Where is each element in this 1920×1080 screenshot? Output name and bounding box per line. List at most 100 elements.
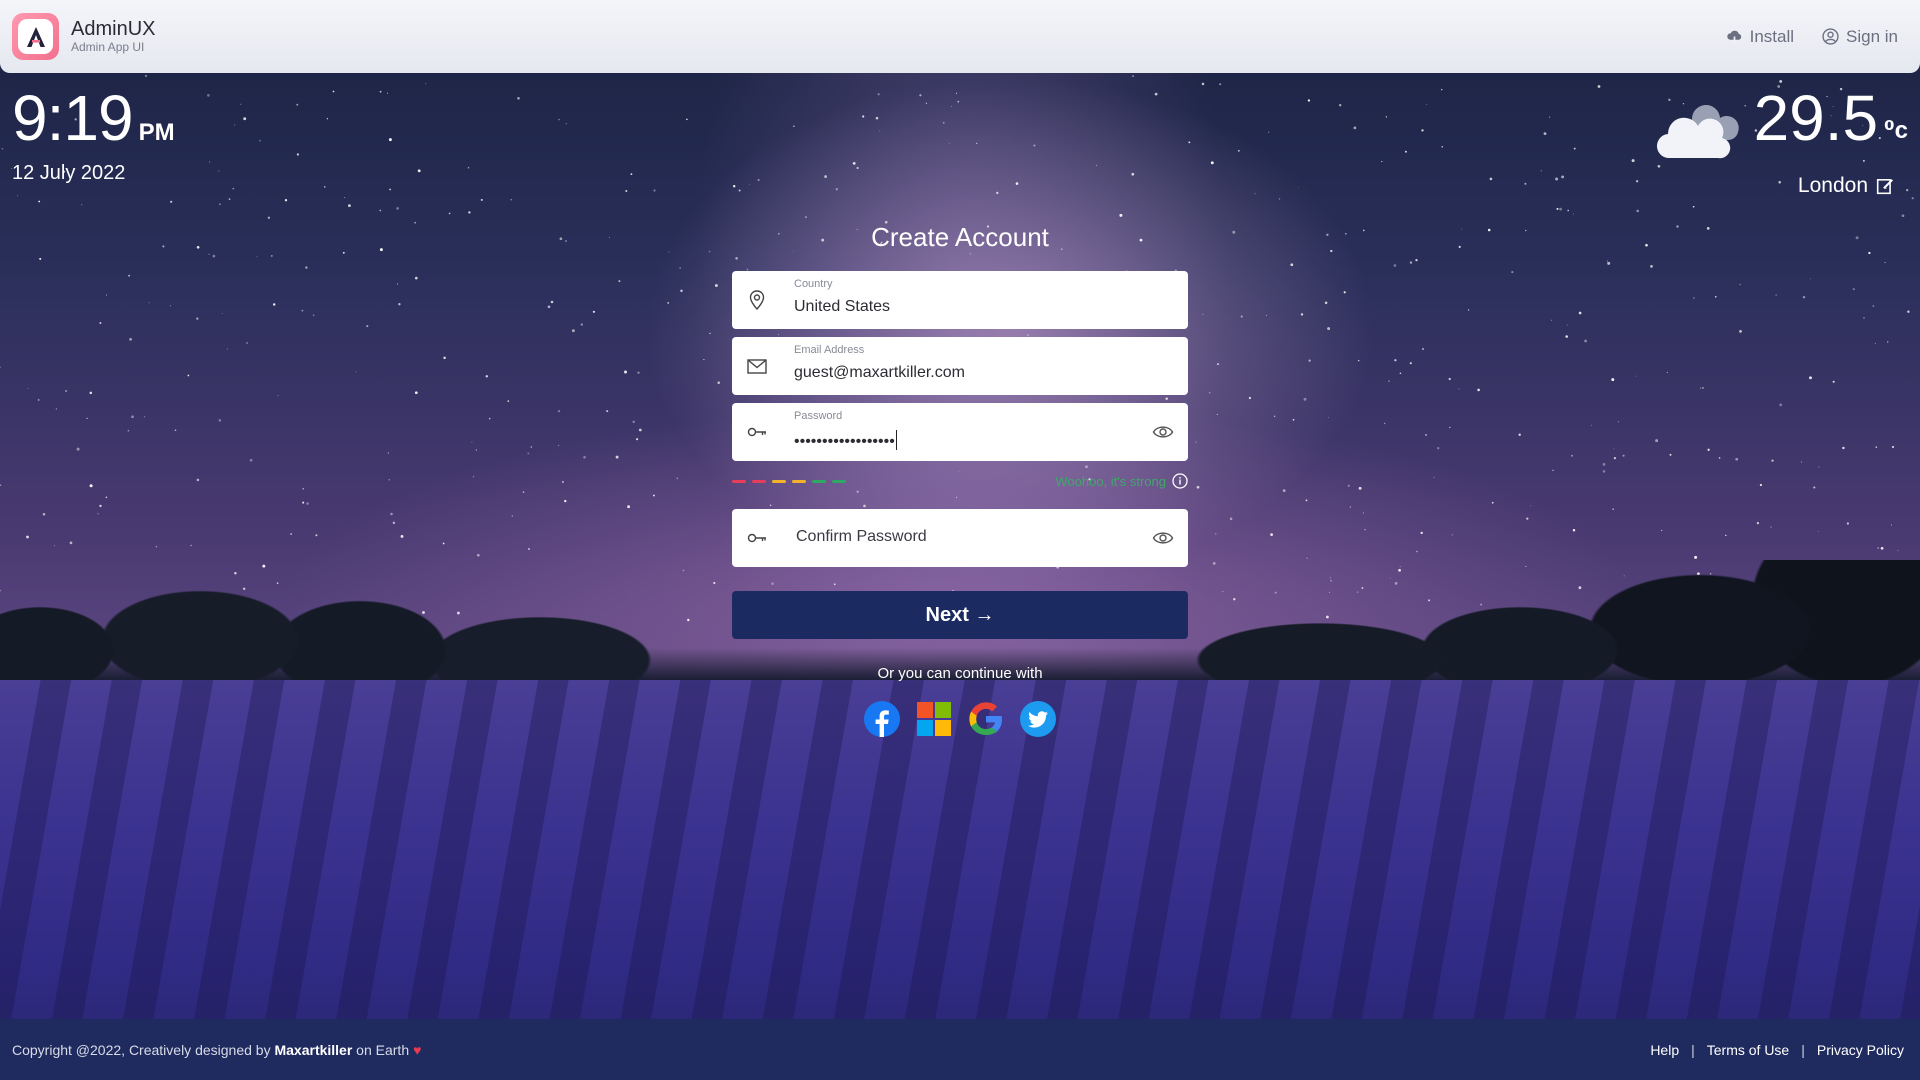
next-button[interactable]: Next → [732, 591, 1188, 639]
star [1254, 193, 1256, 195]
star [1524, 182, 1527, 185]
star [1343, 291, 1346, 294]
star [714, 284, 718, 287]
star [522, 491, 525, 493]
help-link[interactable]: Help [1650, 1042, 1679, 1058]
star [1891, 445, 1895, 449]
star [1602, 470, 1606, 473]
star [668, 251, 670, 253]
star [1303, 397, 1307, 401]
star [1119, 213, 1123, 217]
star [1327, 417, 1329, 419]
star [1511, 271, 1514, 274]
star [1631, 159, 1635, 163]
star [1364, 528, 1366, 531]
star [324, 186, 326, 188]
google-icon [969, 702, 1002, 735]
twitter-button[interactable] [1019, 700, 1057, 738]
password-label: Password [794, 410, 843, 422]
star [638, 428, 642, 432]
star [190, 544, 192, 547]
star [686, 118, 688, 121]
star [1725, 534, 1727, 537]
star [708, 250, 711, 253]
star [1491, 501, 1494, 504]
star [187, 374, 190, 377]
strength-bar [832, 479, 846, 483]
star [1676, 225, 1679, 228]
star [379, 209, 382, 212]
facebook-icon [864, 701, 900, 737]
windows-icon [917, 702, 951, 736]
star [606, 410, 609, 413]
author-link[interactable]: Maxartkiller [274, 1042, 352, 1058]
windows-button[interactable] [915, 700, 953, 738]
star [1884, 262, 1886, 264]
star [948, 142, 950, 144]
star [443, 356, 446, 360]
email-value[interactable]: guest@maxartkiller.com [794, 364, 965, 382]
google-button[interactable] [967, 700, 1005, 738]
star [1421, 347, 1425, 351]
star [1219, 83, 1222, 86]
info-icon[interactable] [1172, 473, 1188, 489]
confirm-password-placeholder[interactable]: Confirm Password [796, 528, 927, 546]
password-value[interactable]: •••••••••••••••••• [794, 430, 897, 451]
star [305, 266, 308, 269]
country-value[interactable]: United States [794, 298, 890, 316]
facebook-button[interactable] [863, 700, 901, 738]
eye-icon[interactable] [1152, 528, 1174, 548]
confirm-password-field[interactable]: Confirm Password [732, 509, 1188, 567]
clock-time: 9:19 [12, 82, 134, 154]
star [1635, 375, 1637, 377]
star [485, 375, 489, 378]
signin-button[interactable]: Sign in [1822, 27, 1898, 47]
app-logo[interactable] [12, 13, 59, 60]
edit-icon[interactable] [1876, 177, 1894, 195]
star [249, 458, 253, 462]
footer-separator: | [1801, 1041, 1805, 1058]
star [326, 118, 329, 120]
install-button[interactable]: Install [1726, 27, 1794, 47]
star [1416, 550, 1418, 553]
star [1292, 418, 1295, 421]
star [37, 398, 40, 401]
star [301, 309, 304, 312]
star [852, 162, 856, 165]
star [1855, 236, 1859, 240]
star [0, 366, 1, 368]
country-field[interactable]: Country United States [732, 271, 1188, 329]
star [856, 166, 859, 170]
star [667, 301, 670, 304]
star [1694, 555, 1698, 559]
star [332, 90, 335, 93]
star [1404, 150, 1407, 153]
star [1033, 144, 1036, 147]
password-field[interactable]: Password •••••••••••••••••• [732, 403, 1188, 461]
privacy-link[interactable]: Privacy Policy [1817, 1042, 1904, 1058]
star [1567, 209, 1570, 212]
star [1887, 341, 1889, 343]
star [1613, 448, 1615, 450]
star [148, 302, 150, 304]
star [804, 216, 807, 219]
city-row[interactable]: London [1656, 174, 1908, 198]
star [425, 83, 427, 85]
star [565, 240, 567, 242]
star [226, 348, 228, 350]
star [38, 200, 41, 203]
footer-separator: | [1691, 1041, 1695, 1058]
star [1693, 297, 1695, 299]
star [1655, 439, 1659, 443]
email-field[interactable]: Email Address guest@maxartkiller.com [732, 337, 1188, 395]
star [618, 280, 621, 283]
star [1265, 314, 1267, 316]
star [312, 314, 315, 317]
star [1578, 311, 1582, 315]
eye-icon[interactable] [1152, 422, 1174, 442]
star [1273, 415, 1276, 417]
star [448, 212, 451, 215]
terms-link[interactable]: Terms of Use [1707, 1042, 1789, 1058]
star [1240, 315, 1243, 318]
star [1154, 92, 1158, 96]
